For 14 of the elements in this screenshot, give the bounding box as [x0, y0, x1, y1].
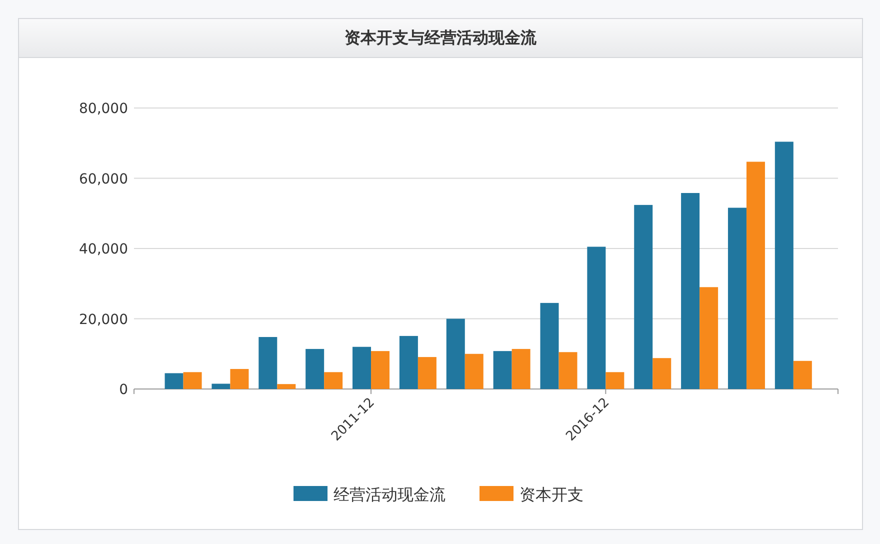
legend-label[interactable]: 经营活动现金流: [334, 485, 446, 504]
chart-title: 资本开支与经营活动现金流: [344, 28, 536, 48]
y-tick-label: 60,000: [79, 171, 128, 188]
bar: [371, 351, 390, 389]
y-tick-label: 80,000: [79, 101, 128, 117]
bar: [493, 351, 512, 389]
bar: [183, 372, 202, 389]
y-tick-label: 20,000: [79, 312, 128, 328]
bar: [512, 348, 530, 389]
bar: [164, 373, 184, 389]
bar: [352, 346, 372, 389]
y-tick-label: 0: [119, 382, 128, 398]
legend-label[interactable]: 资本开支: [520, 485, 584, 504]
y-tick-label: 40,000: [79, 242, 128, 258]
